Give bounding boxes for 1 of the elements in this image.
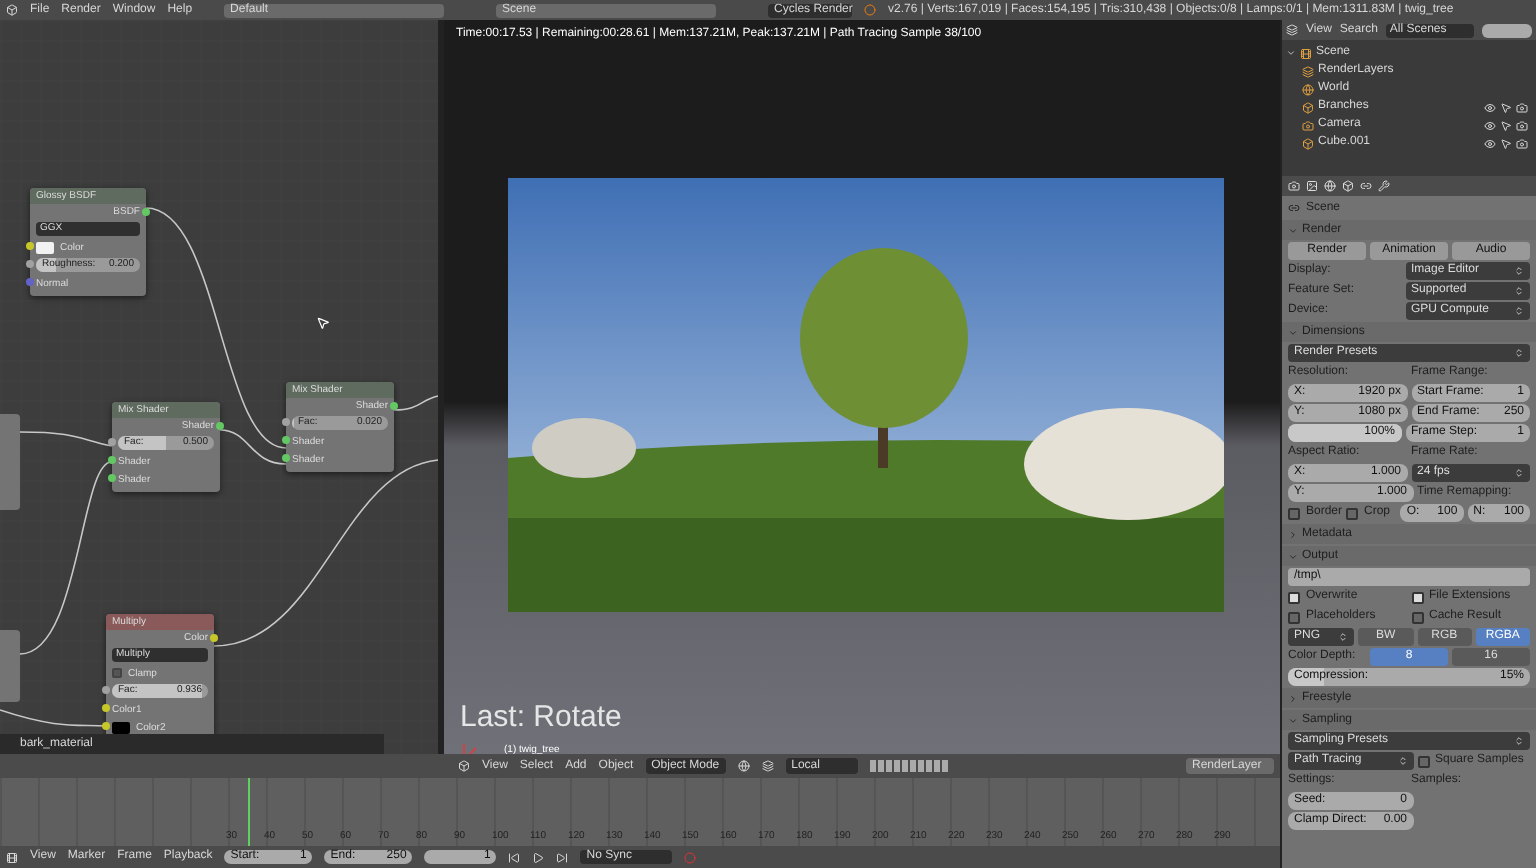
last-operator-text: Last: Rotate	[460, 698, 622, 738]
